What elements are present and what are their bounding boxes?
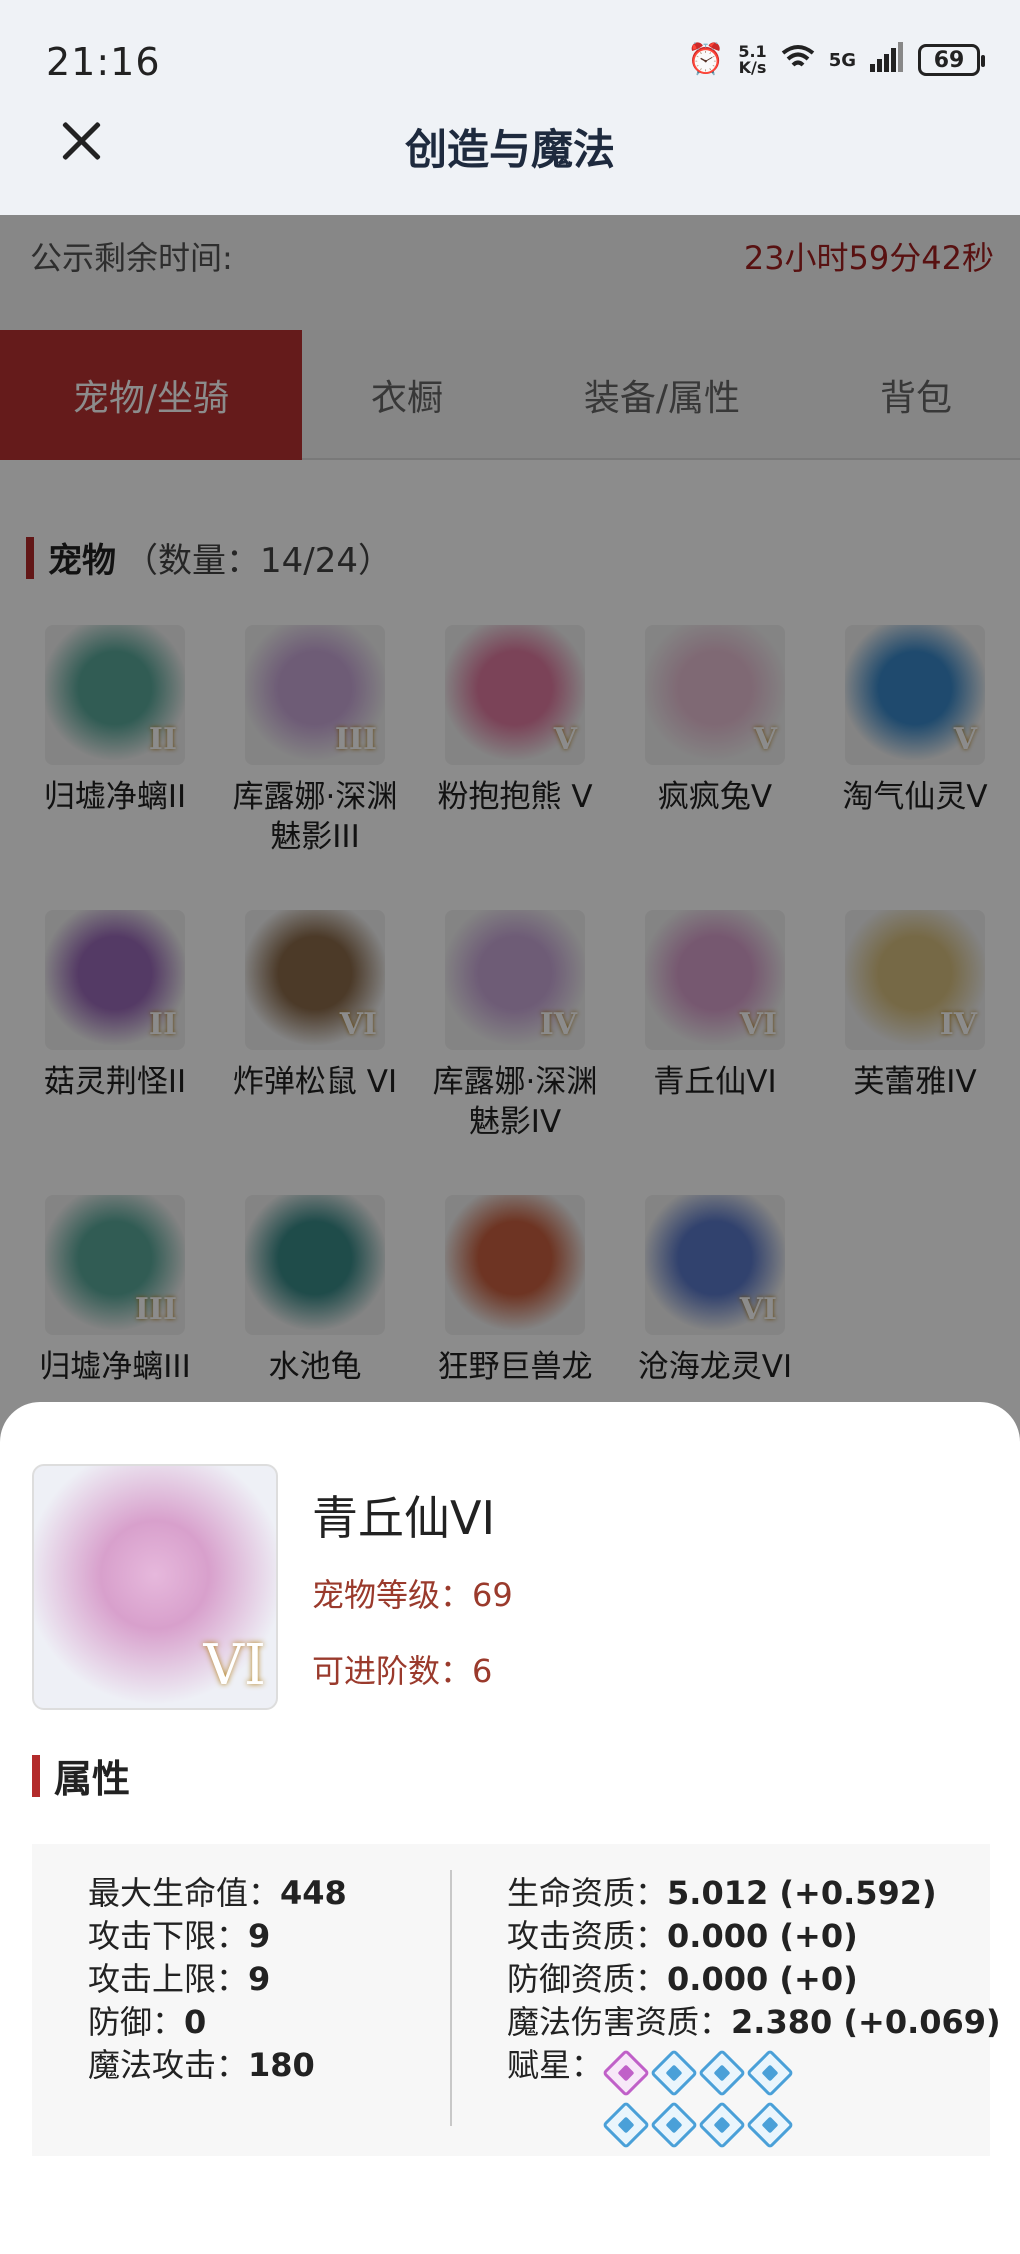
attributes-panel: 最大生命值：448 攻击下限：9 攻击上限：9 防御：0 魔法攻击：180 生命资质：5… [32, 1844, 1001, 2156]
stat-row: 攻击下限：9 [88, 1915, 347, 1958]
stat-row: 最大生命值：448 [88, 1872, 347, 1915]
tier-badge: VI [203, 1633, 266, 1698]
star-rating-row: 赋星： [507, 2044, 1001, 2150]
star-label: 赋星： [507, 2046, 604, 2084]
stat-value: 9 [248, 1917, 271, 1955]
star-icons [601, 2048, 795, 2150]
pet-advance-count: 可进阶数：6 [312, 1652, 493, 1690]
status-time: 21:16 [46, 40, 161, 84]
stat-value: 5.012 (+0.592) [667, 1874, 937, 1912]
wifi-icon [781, 43, 815, 77]
stat-value: 2.380 (+0.069) [731, 2003, 1001, 2041]
pet-detail-image: VI [32, 1464, 278, 1710]
stat-value: 180 [248, 2046, 315, 2084]
stat-label: 攻击资质： [507, 1917, 668, 1955]
stat-value: 9 [248, 1960, 271, 1998]
signal-icon [870, 42, 904, 78]
network-type: 5G [828, 49, 856, 71]
stat-label: 最大生命值： [88, 1874, 281, 1912]
stat-label: 防御： [88, 2003, 185, 2041]
pet-level: 宠物等级：69 [312, 1576, 513, 1614]
stat-row: 防御：0 [88, 2001, 347, 2044]
alarm-icon: ⏰ [686, 42, 725, 77]
star-icon [745, 2048, 795, 2098]
stat-row: 防御资质：0.000 (+0) [507, 1958, 1001, 2001]
attributes-header: 属性 [32, 1748, 130, 1803]
stat-row: 魔法攻击：180 [88, 2044, 347, 2087]
star-icon [649, 2048, 699, 2098]
base-stats: 最大生命值：448 攻击下限：9 攻击上限：9 防御：0 魔法攻击：180 [88, 1872, 347, 2087]
stat-value: 0.000 (+0) [667, 1917, 858, 1955]
stat-value: 448 [280, 1874, 347, 1912]
stat-label: 魔法攻击： [88, 2046, 249, 2084]
star-icon [697, 2100, 747, 2150]
star-icon [697, 2048, 747, 2098]
aptitude-stats: 生命资质：5.012 (+0.592) 攻击资质：0.000 (+0) 防御资质：0… [507, 1872, 1001, 2150]
divider [450, 1870, 452, 2126]
star-icon [745, 2100, 795, 2150]
page-title: 创造与魔法 [404, 125, 615, 174]
star-icon [601, 2100, 651, 2150]
speed-unit: K/s [738, 58, 767, 77]
stat-row: 魔法伤害资质：2.380 (+0.069) [507, 2001, 1001, 2044]
status-icons: ⏰ 5.1 K/s 5G 69 [686, 42, 985, 78]
attributes-title: 属性 [54, 1757, 131, 1801]
pet-detail-sheet: VI 青丘仙VI 宠物等级：69 可进阶数：6 属性 最大生命值：448 攻击下限… [0, 1402, 1020, 2254]
stat-row: 生命资质：5.012 (+0.592) [507, 1872, 1001, 1915]
stat-value: 0.000 (+0) [667, 1960, 858, 1998]
stat-label: 防御资质： [507, 1960, 668, 1998]
stat-row: 攻击上限：9 [88, 1958, 347, 2001]
top-bar: 21:16 ⏰ 5.1 K/s 5G 69 创造与魔法 [0, 0, 1020, 215]
stat-row: 攻击资质：0.000 (+0) [507, 1915, 1001, 1958]
star-icon [601, 2048, 651, 2098]
battery-indicator: 69 [918, 44, 985, 76]
stat-label: 魔法伤害资质： [507, 2003, 732, 2041]
network-speed: 5.1 K/s [738, 44, 766, 76]
stat-label: 攻击下限： [88, 1917, 249, 1955]
pet-detail-name: 青丘仙VI [312, 1491, 496, 1545]
stat-label: 生命资质： [507, 1874, 668, 1912]
stat-value: 0 [184, 2003, 207, 2041]
stat-label: 攻击上限： [88, 1960, 249, 1998]
section-marker [32, 1754, 40, 1797]
star-icon [649, 2100, 699, 2150]
